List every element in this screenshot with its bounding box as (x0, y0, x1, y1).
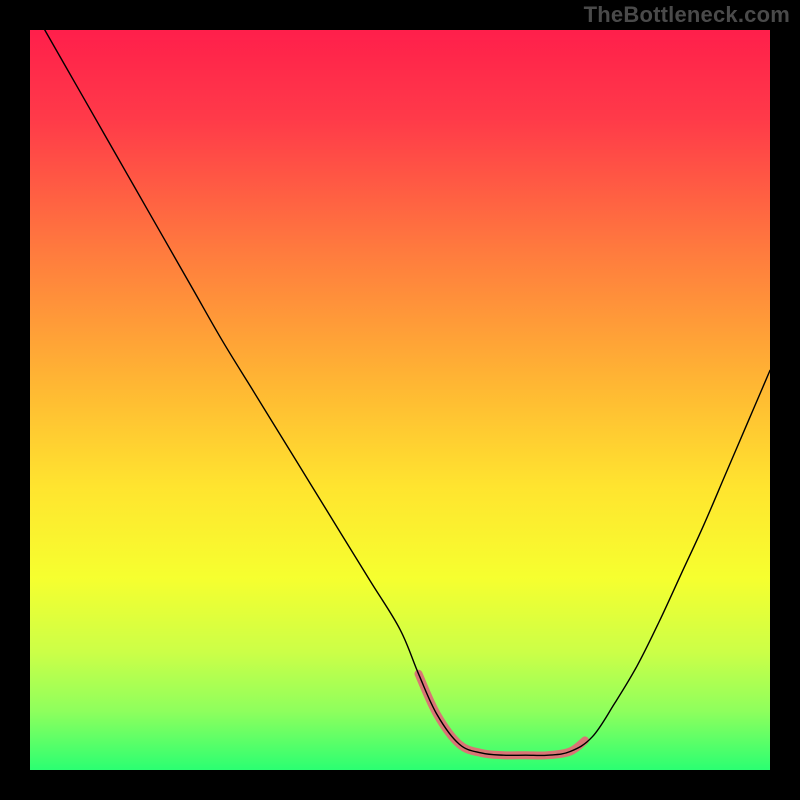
chart-frame: TheBottleneck.com (0, 0, 800, 800)
plot-area (30, 30, 770, 770)
gradient-background (30, 30, 770, 770)
chart-svg (30, 30, 770, 770)
watermark-text: TheBottleneck.com (584, 2, 790, 28)
